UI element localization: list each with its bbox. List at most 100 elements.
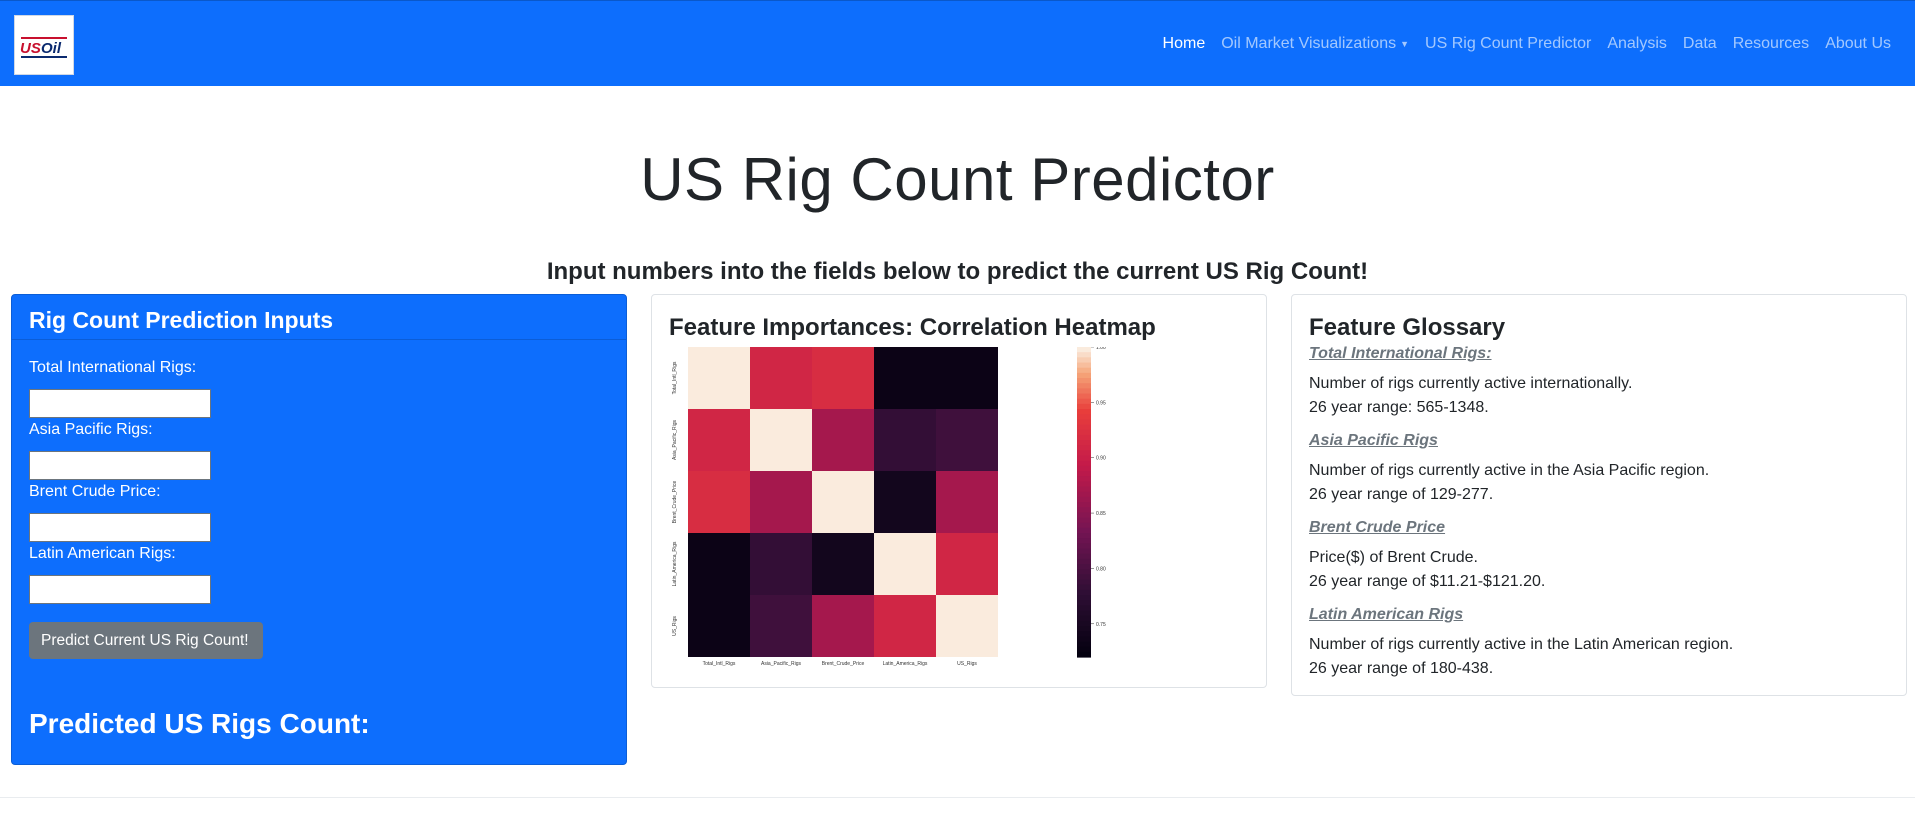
total-intl-rigs-label: Total International Rigs: [29,359,197,376]
colorbar-segment [1077,569,1091,575]
nav-data[interactable]: Data [1675,35,1725,53]
heatmap-cell [812,347,874,409]
nav-about-us[interactable]: About Us [1817,35,1899,53]
colorbar-segment [1077,347,1091,353]
colorbar-segment [1077,398,1091,405]
glossary-desc-brent-crude-price-2: 26 year range of $11.21-$121.20. [1309,573,1546,590]
nav-us-rig-count-predictor[interactable]: US Rig Count Predictor [1417,35,1599,53]
colorbar-segment [1077,388,1091,395]
colorbar-segment [1077,434,1091,441]
heatmap-cell [874,533,936,595]
colorbar-segment [1077,558,1091,565]
heatmap-cell [688,533,750,595]
usoil-logo[interactable]: US Oil [14,15,74,75]
colorbar-tick-label: 0.85 [1096,511,1106,517]
colorbar-segment [1077,367,1091,374]
colorbar-segment [1077,383,1091,389]
heatmap-cell [750,533,812,595]
heatmap-cell [936,347,998,409]
nav-oil-market-visualizations-dropdown[interactable]: Oil Market Visualizations ▼ [1213,35,1417,53]
colorbar-tick-label: 0.80 [1096,566,1106,572]
asia-pacific-rigs-label: Asia Pacific Rigs: [29,421,153,438]
colorbar-segment [1077,631,1091,637]
heatmap-cell [812,533,874,595]
nav-oil-market-label: Oil Market Visualizations [1221,35,1397,52]
colorbar-segment [1077,646,1091,653]
heatmap-cell [874,347,936,409]
colorbar-segment [1077,543,1091,550]
prediction-inputs-card: Rig Count Prediction Inputs Total Intern… [11,294,627,765]
colorbar-segment [1077,620,1091,627]
glossary-desc-asia-pacific-rigs-2: 26 year range of 129-277. [1309,486,1494,503]
glossary-term-asia-pacific-rigs: Asia Pacific Rigs [1309,432,1438,449]
colorbar-tick-label: 0.90 [1096,456,1106,462]
heatmap-cell [936,471,998,533]
glossary-desc-asia-pacific-rigs-1: Number of rigs currently active in the A… [1309,462,1710,479]
svg-text:Oil: Oil [41,40,62,57]
colorbar-segment [1077,471,1091,477]
nav-predictor-label: US Rig Count Predictor [1425,35,1592,52]
nav-home-label: Home [1162,35,1206,52]
colorbar-segment [1077,605,1091,612]
glossary-desc-total-intl-rigs-1: Number of rigs currently active internat… [1309,375,1633,392]
total-intl-rigs-input[interactable] [29,389,211,418]
colorbar-segment [1077,527,1091,534]
colorbar-tick-label: 0.75 [1096,622,1106,628]
colorbar-tick-label: 1.00 [1096,347,1106,351]
colorbar-segment [1077,419,1091,426]
nav-resources-label: Resources [1732,35,1810,52]
nav-analysis[interactable]: Analysis [1599,35,1675,53]
colorbar-segment [1077,517,1091,524]
heatmap-x-tick-label: Total_Intl_Rigs [703,661,736,667]
heatmap-cell [874,595,936,657]
top-navbar: US Oil Home Oil Market Visualizations ▼ U… [0,0,1915,86]
colorbar-segment [1077,465,1091,472]
colorbar-segment [1077,584,1091,591]
colorbar-segment [1077,512,1091,519]
heatmap-cell [812,595,874,657]
correlation-heatmap: Total_Intl_Rigs Asia_Pacific_Rigs Brent_Cr… [672,347,1106,667]
heatmap-cell [936,409,998,471]
colorbar-segment [1077,393,1091,400]
heatmap-title: Feature Importances: Correlation Heatmap [669,314,1156,341]
colorbar-segment [1077,460,1091,467]
nav-about-label: About Us [1825,35,1891,52]
latin-american-rigs-input[interactable] [29,575,211,604]
asia-pacific-rigs-input[interactable] [29,451,211,480]
heatmap-y-tick-label: Brent_Crude_Price [672,481,678,524]
colorbar-segment [1077,641,1091,648]
heatmap-x-tick-label: Asia_Pacific_Rigs [761,661,802,667]
heatmap-cell [750,595,812,657]
colorbar-segment [1077,414,1091,420]
page-title: US Rig Count Predictor [640,146,1275,213]
colorbar-segment [1077,538,1091,544]
glossary-desc-latin-american-rigs-1: Number of rigs currently active in the L… [1309,636,1734,653]
colorbar-segment [1077,403,1091,410]
nav-analysis-label: Analysis [1607,35,1667,52]
heatmap-card: Feature Importances: Correlation Heatmap… [651,294,1267,688]
nav-resources[interactable]: Resources [1725,35,1817,53]
heatmap-cell [750,471,812,533]
heatmap-cell [688,595,750,657]
heatmap-y-tick-label: US_Rigs [672,616,678,636]
colorbar-segment [1077,651,1091,658]
colorbar-segment [1077,626,1091,632]
nav-data-label: Data [1682,35,1717,52]
feature-glossary-card: Feature Glossary Total International Rig… [1291,294,1907,696]
colorbar-segment [1077,357,1091,364]
colorbar-segment [1077,440,1091,446]
predicted-count-label: Predicted US Rigs Count: [29,708,370,739]
colorbar-segment [1077,533,1091,539]
predict-button[interactable]: Predict Current US Rig Count! [29,622,263,659]
colorbar-segment [1077,409,1091,415]
colorbar-tick-label: 0.95 [1096,400,1106,406]
brent-crude-price-input[interactable] [29,513,211,542]
heatmap-cell [688,347,750,409]
glossary-desc-brent-crude-price-1: Price($) of Brent Crude. [1309,549,1478,566]
glossary-term-total-intl-rigs: Total International Rigs: [1309,345,1492,362]
nav-home[interactable]: Home [1155,35,1214,53]
heatmap-y-tick-label: Latin_America_Rigs [672,541,678,586]
heatmap-y-tick-label: Asia_Pacific_Rigs [672,419,678,460]
colorbar-segment [1077,564,1091,570]
caret-down-icon: ▼ [1400,39,1410,49]
